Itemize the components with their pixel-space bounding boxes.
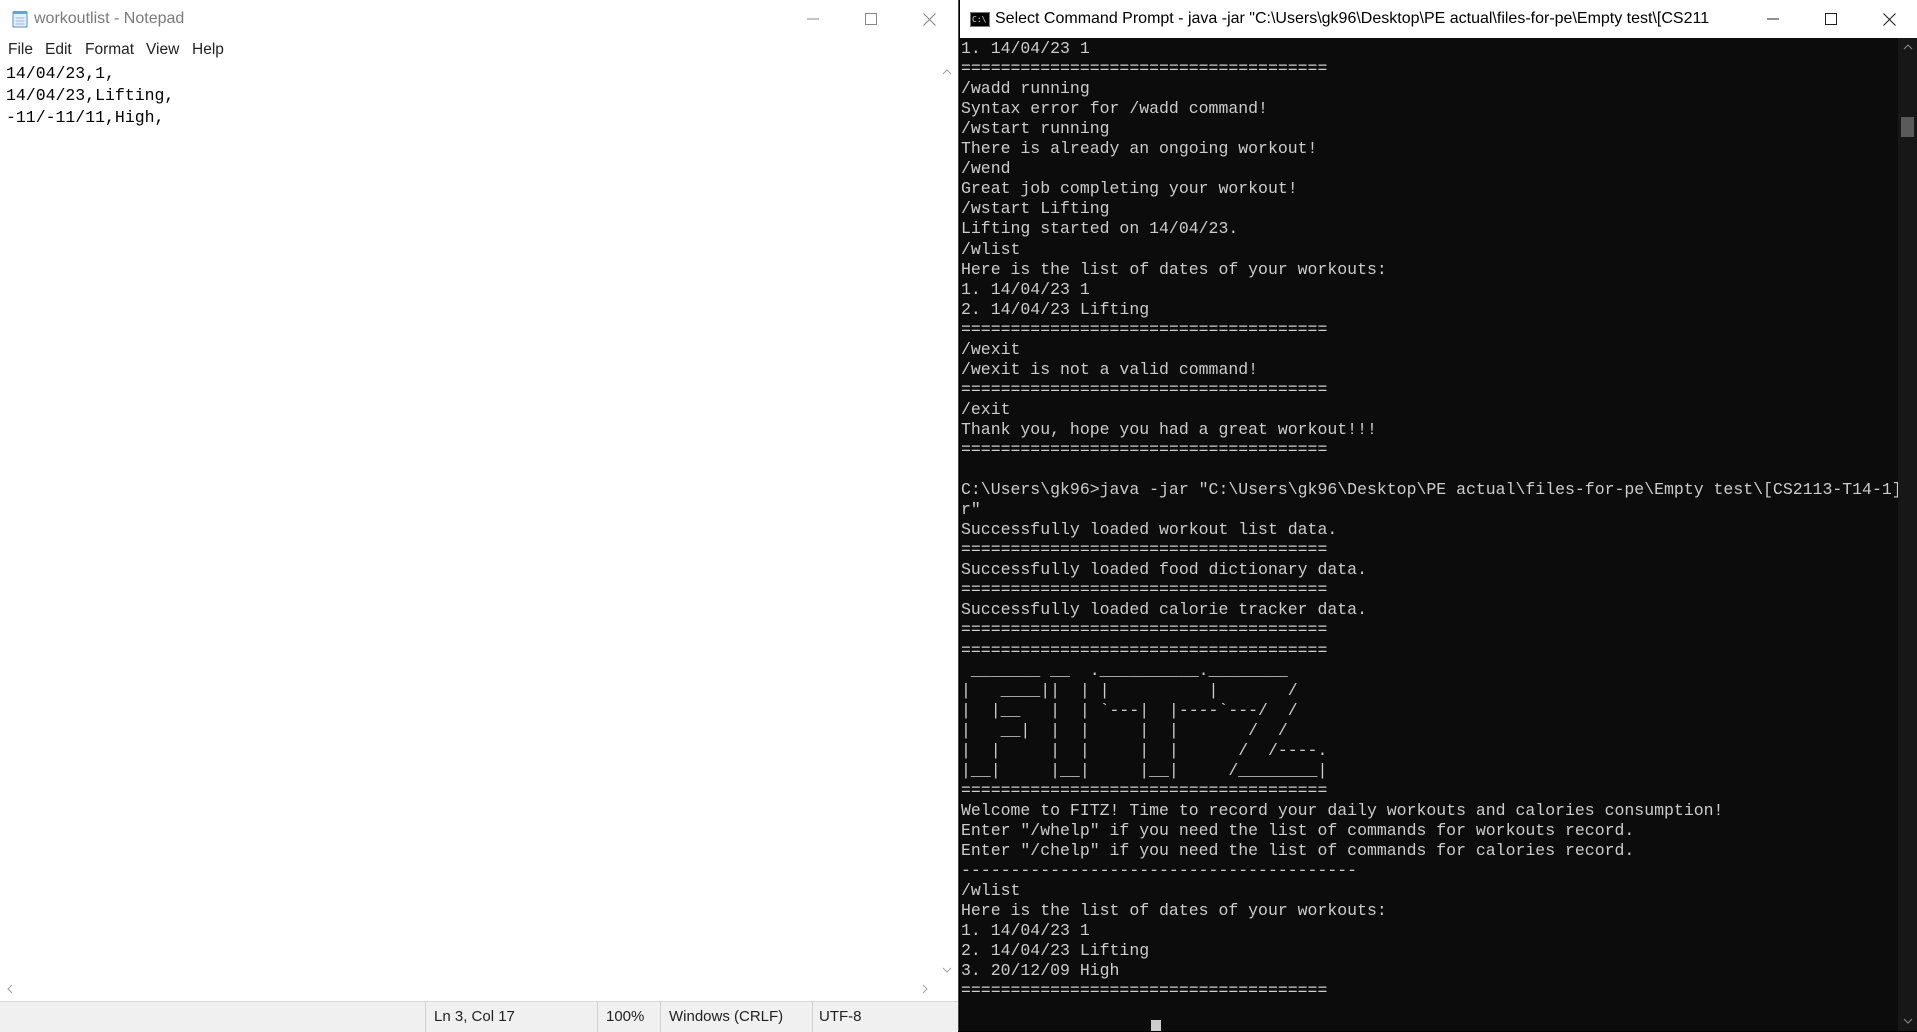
text-line: 14/04/23,Lifting, [6, 86, 175, 105]
cmd-app-icon: C:\ [970, 12, 990, 27]
console-line: 3. 20/12/09 High [961, 961, 1120, 981]
menu-view[interactable]: View [146, 41, 179, 59]
menu-file[interactable]: File [8, 41, 33, 59]
status-cursor-position: Ln 3, Col 17 [425, 1002, 597, 1032]
console-line: /wlist [961, 239, 1021, 259]
console-line: /wexit is not a valid command! [961, 359, 1259, 379]
console-line: Lifting started on 14/04/23. [961, 219, 1239, 239]
console-line: /wstart Lifting [961, 199, 1110, 219]
notepad-menu-bar: File Edit Format View Help [0, 38, 958, 62]
notepad-app-icon [12, 11, 28, 28]
command-prompt-window: C:\ Select Command Prompt - java -jar "C… [960, 0, 1917, 1031]
minimize-button[interactable] [784, 0, 842, 38]
console-line: /exit [961, 399, 1011, 419]
console-line: /wend [961, 159, 1011, 179]
console-line: 1. 14/04/23 1 [961, 39, 1090, 58]
close-icon [1882, 12, 1896, 26]
console-line: | ____|| | | | / [961, 680, 1298, 700]
menu-help[interactable]: Help [192, 41, 224, 59]
status-zoom: 100% [597, 1002, 660, 1032]
console-line: ===================================== [961, 440, 1328, 459]
console-line: 2. 14/04/23 Lifting [961, 299, 1150, 319]
close-button[interactable] [900, 0, 958, 38]
console-line: Successfully loaded calorie tracker data… [961, 600, 1367, 620]
console-line: ===================================== [961, 620, 1328, 640]
console-line: ===================================== [961, 540, 1328, 560]
console-line: Enter "/chelp" if you need the list of c… [961, 841, 1635, 860]
notepad-title: workoutlist - Notepad [34, 10, 185, 27]
console-line: 1. 14/04/23 1 [961, 279, 1090, 299]
console-line: Great job completing your workout! [961, 179, 1298, 199]
scroll-down-icon[interactable] [1903, 1018, 1913, 1024]
console-line: ===================================== [961, 319, 1328, 339]
cmd-maximize-button[interactable] [1802, 0, 1860, 38]
scroll-thumb[interactable] [1901, 117, 1914, 137]
console-line: /wadd running [961, 79, 1090, 99]
console-line: ===================================== [961, 640, 1328, 660]
console-output[interactable]: 1. 14/04/23 1 ===========================… [960, 38, 1917, 1031]
status-line-ending: Windows (CRLF) [660, 1002, 812, 1032]
notepad-vertical-scrollbar[interactable] [937, 63, 958, 979]
menu-format[interactable]: Format [85, 41, 134, 59]
console-line: Successfully loaded workout list data. [961, 520, 1338, 540]
text-line: 14/04/23,1, [6, 64, 115, 83]
console-line: | __| | | | | / / [961, 720, 1288, 740]
maximize-icon [1825, 13, 1837, 25]
notepad-text-area[interactable]: 14/04/23,1, 14/04/23,Lifting, -11/-11/11… [0, 63, 937, 979]
console-line: /wlist [961, 881, 1021, 901]
console-line: 1. 14/04/23 1 [961, 921, 1090, 941]
console-line: ===================================== [961, 580, 1328, 600]
text-line: -11/-11/11,High, [6, 108, 165, 127]
console-line: _______ __ .__________.________ [961, 660, 1288, 680]
console-line: Thank you, hope you had a great workout!… [961, 419, 1377, 439]
text-cursor [1151, 1020, 1161, 1031]
console-line: Welcome to FITZ! Time to record your dai… [961, 800, 1724, 820]
console-line: There is already an ongoing workout! [961, 139, 1318, 159]
console-line: ===================================== [961, 780, 1328, 800]
console-line: ---------------------------------------- [961, 861, 1358, 881]
console-line: Enter "/whelp" if you need the list of c… [961, 820, 1635, 840]
cmd-title: Select Command Prompt - java -jar "C:\Us… [995, 10, 1710, 27]
console-line: Here is the list of dates of your workou… [961, 259, 1387, 279]
scroll-up-icon[interactable] [942, 69, 952, 75]
minimize-icon [807, 18, 819, 20]
console-line: Successfully loaded food dictionary data… [961, 560, 1367, 580]
close-icon [922, 12, 936, 26]
console-line: r" [961, 500, 981, 520]
console-line: /wstart running [961, 119, 1110, 139]
console-line: |__| |__| |__| /________| [961, 760, 1328, 780]
maximize-icon [865, 13, 877, 25]
status-encoding: UTF-8 [812, 1002, 958, 1032]
console-line: | | | | | | / /----. [961, 740, 1328, 760]
menu-edit[interactable]: Edit [45, 41, 72, 59]
cmd-vertical-scrollbar[interactable] [1898, 38, 1917, 1031]
console-line: /wexit [961, 339, 1021, 359]
scroll-left-icon[interactable] [7, 984, 13, 994]
notepad-horizontal-scrollbar[interactable] [0, 979, 937, 1000]
notepad-title-bar[interactable]: workoutlist - Notepad [0, 0, 958, 38]
console-line: ===================================== [961, 379, 1328, 399]
console-line: ===================================== [961, 59, 1328, 79]
notepad-window: workoutlist - Notepad File Edit Format V… [0, 0, 959, 1032]
cmd-close-button[interactable] [1860, 0, 1917, 38]
scroll-down-icon[interactable] [942, 967, 952, 973]
console-line: | |__ | | `---| |----`---/ / [961, 700, 1298, 720]
console-line: Syntax error for /wadd command! [961, 99, 1268, 119]
cmd-title-bar[interactable]: C:\ Select Command Prompt - java -jar "C… [960, 0, 1917, 38]
scroll-right-icon[interactable] [922, 984, 928, 994]
scroll-up-icon[interactable] [1903, 44, 1913, 50]
notepad-status-bar: Ln 3, Col 17 100% Windows (CRLF) UTF-8 [0, 1001, 958, 1032]
console-line: Here is the list of dates of your workou… [961, 901, 1387, 921]
maximize-button[interactable] [842, 0, 900, 38]
cmd-minimize-button[interactable] [1744, 0, 1802, 38]
minimize-icon [1767, 18, 1779, 20]
console-line: 2. 14/04/23 Lifting [961, 941, 1150, 961]
console-line: ===================================== [961, 981, 1328, 1001]
console-line: C:\Users\gk96>java -jar "C:\Users\gk96\D… [961, 480, 1917, 500]
